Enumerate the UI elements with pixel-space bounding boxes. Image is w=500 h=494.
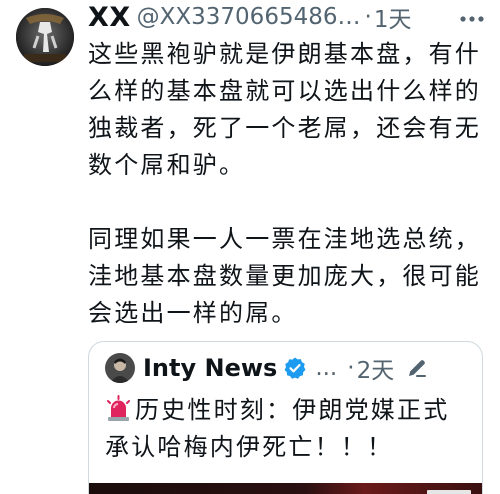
quoted-tweet-text: 历史性时刻：伊朗党媒正式承认哈梅内伊死亡！！！ — [105, 392, 470, 466]
quoted-tweet-header: Inty News ... · 2天 — [105, 352, 470, 384]
user-avatar[interactable] — [16, 8, 74, 66]
quoted-user-avatar[interactable] — [105, 353, 135, 383]
user-handle[interactable]: @XX3370665486… — [137, 4, 361, 30]
quoted-tweet-card[interactable]: Inty News ... · 2天 历史性时刻：伊朗党媒正式承认哈梅内伊死亡！… — [88, 341, 483, 494]
tweet-body-text: 这些黑袍驴就是伊朗基本盘，有什么样的基本盘就可以选出什么样的独裁者，死了一个老屌… — [88, 40, 481, 327]
quoted-user-handle[interactable]: ... — [315, 355, 337, 381]
edit-pencil-icon — [409, 360, 427, 377]
quoted-timestamp[interactable]: 2天 — [357, 351, 395, 385]
quoted-tweet-text-content: 历史性时刻：伊朗党媒正式承认哈梅内伊死亡！！！ — [105, 396, 450, 461]
quoted-separator-dot: · — [347, 355, 355, 381]
tweet-header: XX @XX3370665486… · 1天 — [88, 0, 448, 34]
verified-badge-icon — [284, 357, 306, 379]
news-avatar-icon — [105, 353, 135, 383]
quoted-display-name[interactable]: Inty News — [143, 354, 277, 382]
more-options-button[interactable] — [452, 6, 492, 32]
tweet[interactable]: XX @XX3370665486… · 1天 这些黑袍驴就是伊朗基本盘，有什么样… — [0, 0, 500, 494]
display-name[interactable]: XX — [88, 2, 131, 33]
separator-dot: · — [364, 4, 372, 30]
horse-avatar-icon — [16, 8, 74, 66]
media-caption-badge — [427, 490, 471, 494]
quoted-media-preview[interactable] — [89, 483, 482, 494]
siren-icon — [107, 395, 130, 421]
timestamp[interactable]: 1天 — [374, 0, 412, 34]
more-dots-icon — [460, 16, 484, 22]
